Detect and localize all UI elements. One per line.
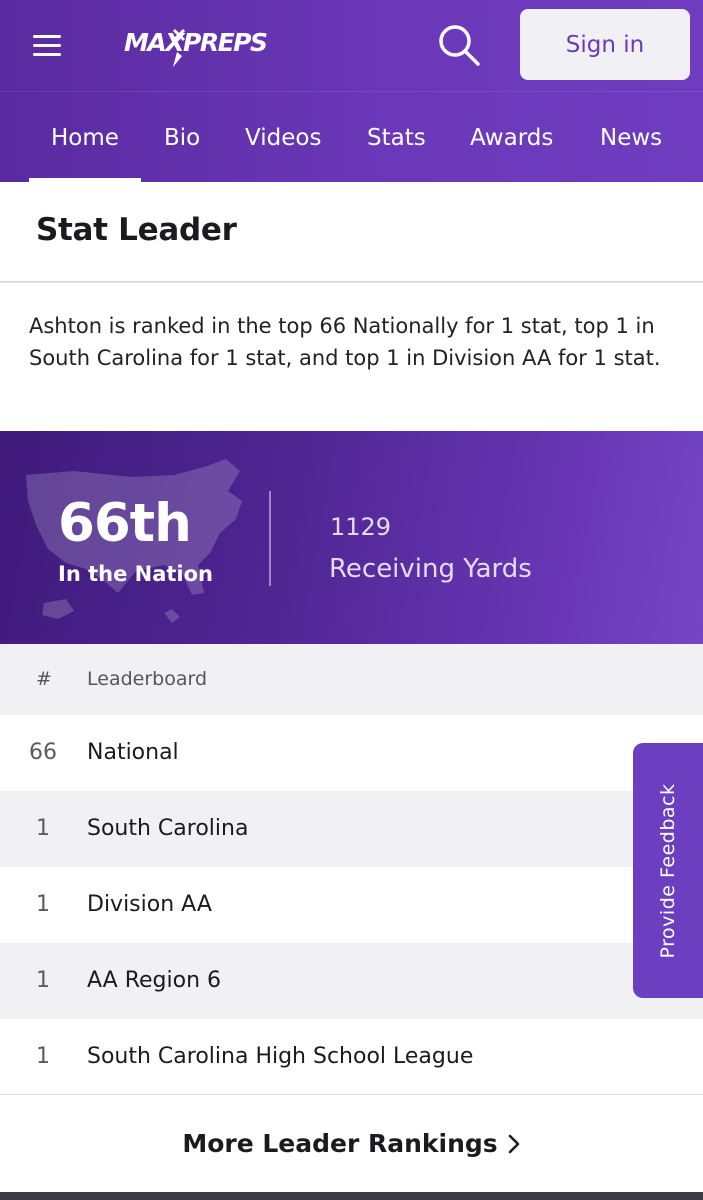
leaderboard-column-header: Leaderboard xyxy=(87,668,208,690)
stat-value: 1129 xyxy=(330,513,392,541)
section-title: Stat Leader xyxy=(36,212,237,248)
row-name: National xyxy=(87,740,179,765)
row-rank: 1 xyxy=(36,816,50,841)
stat-name: Receiving Yards xyxy=(329,554,532,584)
page: MAXPREPS Sign in Home Bio Videos Stats A… xyxy=(0,0,703,1200)
tab-bio[interactable]: Bio xyxy=(164,92,200,183)
tab-news[interactable]: News xyxy=(600,92,662,183)
maxpreps-logo[interactable]: MAXPREPS xyxy=(122,20,290,70)
rank-value: 66th xyxy=(58,493,192,554)
row-rank: 1 xyxy=(36,968,50,993)
table-row[interactable]: 66 National xyxy=(0,715,703,791)
table-row[interactable]: 1 Division AA xyxy=(0,867,703,943)
row-name: South Carolina High School League xyxy=(87,1044,474,1069)
row-name: South Carolina xyxy=(87,816,249,841)
svg-text:MAXPREPS: MAXPREPS xyxy=(124,28,267,57)
provide-feedback-button[interactable]: Provide Feedback xyxy=(633,743,703,998)
rank-scope: In the Nation xyxy=(58,562,213,586)
row-name: AA Region 6 xyxy=(87,968,222,993)
tab-stats[interactable]: Stats xyxy=(367,92,426,183)
table-row[interactable]: 1 South Carolina xyxy=(0,791,703,867)
leaderboard-header: # Leaderboard xyxy=(0,644,703,715)
top-bar: MAXPREPS Sign in xyxy=(0,0,703,91)
sign-in-button[interactable]: Sign in xyxy=(520,9,690,80)
hamburger-menu-icon[interactable] xyxy=(33,33,61,57)
table-row[interactable]: 1 South Carolina High School League xyxy=(0,1019,703,1095)
tab-home[interactable]: Home xyxy=(29,92,141,183)
search-icon[interactable] xyxy=(436,22,482,68)
row-rank: 66 xyxy=(29,740,57,765)
row-rank: 1 xyxy=(36,1044,50,1069)
summary-text: Ashton is ranked in the top 66 Nationall… xyxy=(29,314,661,370)
row-rank: 1 xyxy=(36,892,50,917)
row-name: Division AA xyxy=(87,892,212,917)
table-row[interactable]: 1 AA Region 6 xyxy=(0,943,703,1019)
summary-panel: Ashton is ranked in the top 66 Nationall… xyxy=(0,283,703,431)
feedback-label: Provide Feedback xyxy=(657,783,679,958)
profile-tabs: Home Bio Videos Stats Awards News xyxy=(0,91,703,183)
rank-column-header: # xyxy=(36,668,52,690)
section-header: Stat Leader xyxy=(0,182,703,282)
more-link-label: More Leader Rankings xyxy=(182,1129,498,1158)
bottom-edge xyxy=(0,1192,703,1200)
chevron-right-icon xyxy=(508,1134,519,1153)
divider xyxy=(269,491,271,586)
tab-videos[interactable]: Videos xyxy=(245,92,321,183)
stat-hero-banner: 66th In the Nation 1129 Receiving Yards xyxy=(0,431,703,644)
more-leader-rankings-link[interactable]: More Leader Rankings xyxy=(0,1094,703,1192)
tab-awards[interactable]: Awards xyxy=(470,92,553,183)
